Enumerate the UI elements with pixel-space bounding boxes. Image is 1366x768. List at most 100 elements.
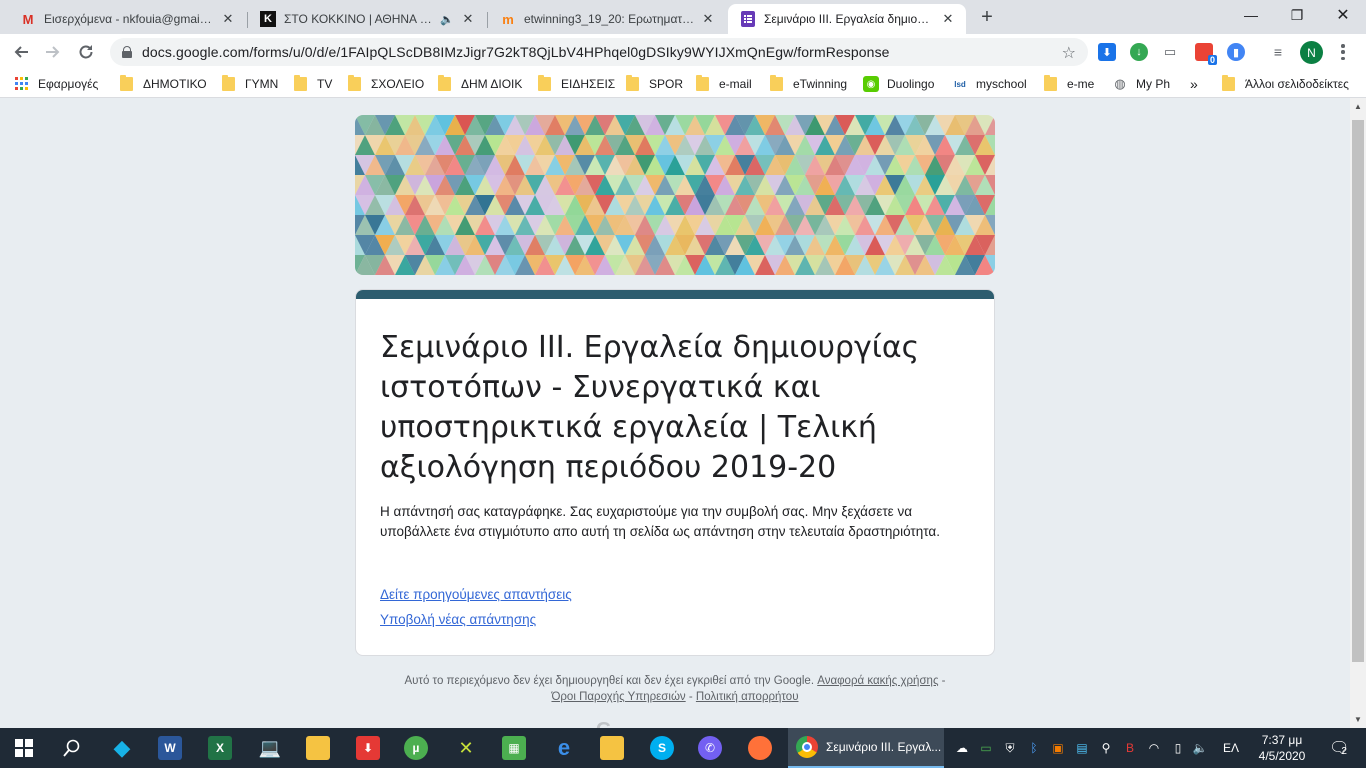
taskbar-firefox[interactable] [736, 728, 784, 768]
bookmark-myschool[interactable]: lsd myschool [952, 76, 1026, 92]
taskbar-calculator[interactable]: ▦ [490, 728, 538, 768]
bookmark-folder-dim-dioik[interactable]: ΔΗΜ ΔΙΟΙΚ [438, 75, 522, 92]
system-clock[interactable]: 7:37 μμ 4/5/2020 [1252, 732, 1312, 764]
search-button[interactable] [48, 728, 96, 768]
windows-taskbar: ◆ W X 💻 ⬇ µ ✕ ▦ e S ✆ Σεμινάριο ΙΙΙ. Εργ… [0, 728, 1366, 768]
volume-icon[interactable]: 🔈 [1190, 728, 1210, 768]
restore-button[interactable]: ❐ [1274, 0, 1320, 30]
usb-icon[interactable]: ⚲ [1096, 728, 1116, 768]
bookmark-folder-dimotiko[interactable]: ΔΗΜΟΤΙΚΟ [120, 75, 207, 92]
tab-gmail[interactable]: M Εισερχόμενα - nkfouia@gmail.co ✕ [8, 4, 246, 34]
bookmark-folder-spor[interactable]: SPOR [626, 75, 683, 92]
new-tab-button[interactable]: + [976, 7, 998, 29]
power-icon[interactable]: ▯ [1168, 728, 1188, 768]
input-language[interactable]: ΕΛ [1218, 728, 1244, 768]
bookmark-label: My Ph [1136, 77, 1171, 91]
green-download-extension-icon[interactable]: ↓ [1130, 43, 1148, 61]
download-extension-icon[interactable]: ⬇ [1098, 43, 1116, 61]
wifi-icon[interactable]: ◠ [1144, 728, 1164, 768]
scrollbar-thumb[interactable] [1352, 120, 1364, 662]
scroll-down-icon[interactable]: ▼ [1354, 715, 1362, 724]
profile-avatar[interactable]: N [1300, 41, 1323, 64]
taskbar-file-manager[interactable] [588, 728, 636, 768]
bookmark-apps[interactable]: Εφαρμογές [14, 76, 98, 92]
tab-stokokkino[interactable]: K ΣΤΟ ΚΟΚΚΙΝΟ | ΑΘΗΝΑ 105 🔈 ✕ [248, 4, 486, 34]
bookmark-folder-etwinning[interactable]: eTwinning [770, 75, 847, 92]
close-tab-icon[interactable]: ✕ [460, 11, 476, 27]
tray-app-icon[interactable]: ▣ [1048, 728, 1068, 768]
confirmation-card: Σεμινάριο ΙΙΙ. Εργαλεία δημιουργίας ιστο… [355, 289, 995, 656]
bookmark-folder-tv[interactable]: TV [294, 75, 332, 92]
minimize-button[interactable]: — [1228, 0, 1274, 30]
download-icon: ⬇ [356, 736, 380, 760]
bookmark-other-bookmarks[interactable]: Άλλοι σελιδοδείκτες [1222, 75, 1349, 92]
taskbar-chrome-window[interactable]: Σεμινάριο ΙΙΙ. Εργαλ... [788, 728, 944, 768]
laptop-icon: 💻 [258, 737, 282, 758]
forward-button[interactable] [41, 40, 65, 64]
close-tab-icon[interactable]: ✕ [220, 11, 236, 27]
arrow-left-icon [14, 46, 28, 58]
folder-icon [438, 75, 451, 91]
bookmark-my-ph[interactable]: ◍ My Ph [1112, 76, 1170, 92]
cast-extension-icon[interactable]: ▭ [1161, 43, 1179, 61]
battery-icon[interactable]: ▭ [976, 728, 996, 768]
bookmark-folder-sxoleio[interactable]: ΣΧΟΛΕΙΟ [348, 75, 425, 92]
duolingo-icon: ◉ [863, 76, 879, 92]
scroll-up-icon[interactable]: ▲ [1354, 102, 1362, 111]
footer-separator: - [685, 691, 696, 703]
terms-of-service-link[interactable]: Όροι Παροχής Υπηρεσιών [551, 691, 685, 703]
privacy-policy-link[interactable]: Πολιτική απορρήτου [696, 691, 799, 703]
back-button[interactable] [9, 40, 33, 64]
taskbar-word[interactable]: W [146, 728, 194, 768]
bookmark-label: ΔΗΜΟΤΙΚΟ [143, 77, 207, 91]
notification-count: 2 [1341, 745, 1347, 757]
page-scrollbar[interactable]: ▲ ▼ [1350, 98, 1366, 728]
taskbar-laptop-app[interactable]: 💻 [246, 728, 294, 768]
form-title: Σεμινάριο ΙΙΙ. Εργαλεία δημιουργίας ιστο… [380, 330, 920, 485]
bookmark-label: ΕΙΔΗΣΕΙΣ [561, 77, 616, 91]
speaker-icon[interactable]: 🔈 [440, 13, 454, 26]
bookmark-folder-eidiseis[interactable]: ΕΙΔΗΣΕΙΣ [538, 75, 616, 92]
taskbar-edge[interactable]: e [540, 728, 588, 768]
start-button[interactable] [0, 728, 48, 768]
bookmark-duolingo[interactable]: ◉ Duolingo [863, 76, 934, 92]
bookmarks-overflow-button[interactable]: » [1190, 76, 1198, 92]
bookmark-folder-gymn[interactable]: ΓΥΜΝ [222, 75, 278, 92]
close-tab-icon[interactable]: ✕ [700, 11, 716, 27]
taskbar-viber[interactable]: ✆ [686, 728, 734, 768]
view-previous-responses-link[interactable]: Δείτε προηγούμενες απαντήσεις [380, 587, 572, 602]
onedrive-icon[interactable]: ☁ [952, 728, 972, 768]
submit-another-response-link[interactable]: Υποβολή νέας απάντησης [380, 612, 536, 627]
taskbar-skype[interactable]: S [638, 728, 686, 768]
tab-etwinning[interactable]: m etwinning3_19_20: Ερωτηματολό ✕ [488, 4, 726, 34]
taskbar-utorrent[interactable]: µ [392, 728, 440, 768]
chrome-menu-icon[interactable] [1336, 43, 1350, 61]
notifications-button[interactable]: 🗨 2 [1320, 728, 1356, 768]
taskbar-download-manager[interactable]: ⬇ [344, 728, 392, 768]
bookmark-folder-email[interactable]: e-mail [696, 75, 752, 92]
bookmark-folder-e-me[interactable]: e-me [1044, 75, 1094, 92]
windows-logo-icon [15, 739, 33, 757]
media-control-icon[interactable]: ≡ [1269, 43, 1287, 61]
folder-icon [626, 75, 639, 91]
network-manager-icon[interactable]: ▤ [1072, 728, 1092, 768]
defender-icon[interactable]: ⛨ [1000, 728, 1020, 768]
bookmark-label: ΣΧΟΛΕΙΟ [371, 77, 425, 91]
close-window-button[interactable]: ✕ [1320, 0, 1366, 30]
taskbar-excel[interactable]: X [196, 728, 244, 768]
chart-extension-icon[interactable]: ▮ [1227, 43, 1245, 61]
red-extension-icon[interactable]: 0 [1195, 43, 1217, 65]
antivirus-icon[interactable]: B [1120, 728, 1140, 768]
address-bar[interactable]: docs.google.com/forms/u/0/d/e/1FAIpQLScD… [110, 38, 1088, 66]
lock-icon[interactable] [122, 46, 132, 58]
taskbar-xsplit[interactable]: ✕ [442, 728, 490, 768]
tab-google-form[interactable]: Σεμινάριο ΙΙΙ. Εργαλεία δημιουργ ✕ [728, 4, 966, 34]
taskbar-file-explorer[interactable] [294, 728, 342, 768]
taskbar-kodi[interactable]: ◆ [98, 728, 146, 768]
bookmark-label: » [1190, 76, 1198, 92]
reload-button[interactable] [74, 40, 98, 64]
bluetooth-icon[interactable]: ᛒ [1024, 728, 1044, 768]
bookmark-star-icon[interactable]: ☆ [1062, 43, 1076, 63]
report-abuse-link[interactable]: Αναφορά κακής χρήσης [817, 675, 938, 687]
close-tab-icon[interactable]: ✕ [940, 11, 956, 27]
